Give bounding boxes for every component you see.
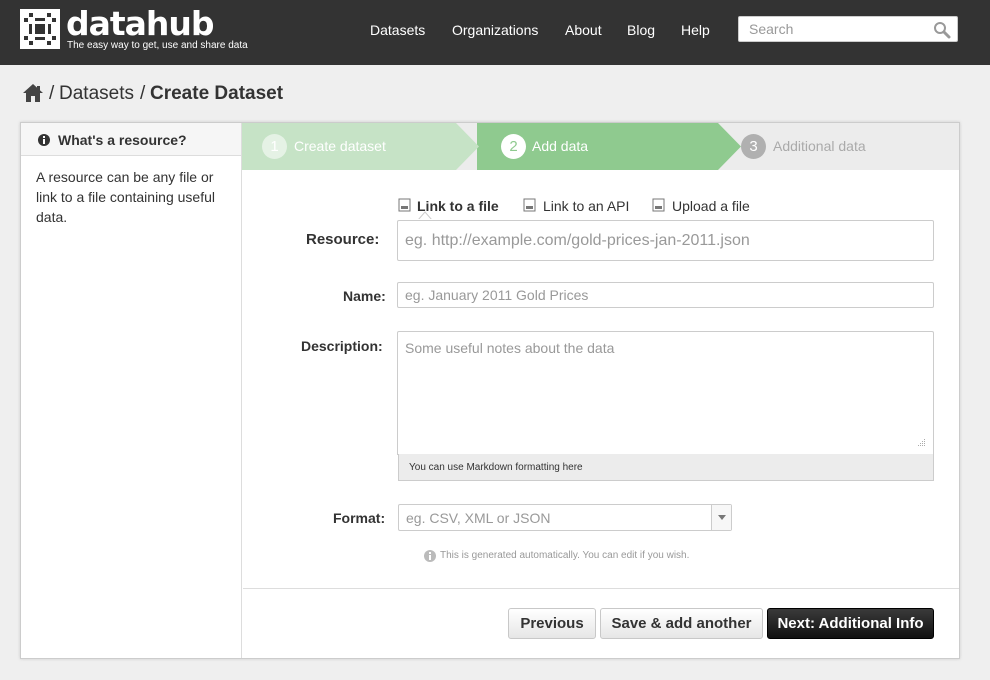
datahub-logo-icon[interactable] bbox=[20, 9, 60, 49]
resource-label: Resource: bbox=[306, 231, 380, 248]
info-icon bbox=[424, 550, 436, 562]
stage-3-number: 3 bbox=[741, 134, 766, 159]
upload-file-icon[interactable] bbox=[652, 198, 666, 212]
search-icon[interactable] bbox=[933, 21, 951, 39]
home-icon[interactable] bbox=[22, 83, 44, 103]
markdown-note: You can use Markdown formatting here bbox=[398, 454, 934, 481]
description-textarea[interactable] bbox=[397, 331, 934, 455]
upload-file-option[interactable]: Upload a file bbox=[672, 197, 750, 215]
search-box bbox=[738, 16, 958, 42]
stage-create-dataset: Create dataset bbox=[294, 138, 386, 154]
breadcrumb-separator: / bbox=[140, 83, 146, 104]
format-dropdown-toggle[interactable] bbox=[711, 505, 731, 530]
previous-button[interactable]: Previous bbox=[508, 608, 596, 639]
breadcrumb-current[interactable]: Create Dataset bbox=[150, 82, 283, 106]
link-api-icon[interactable] bbox=[523, 198, 537, 212]
nav-organizations[interactable]: Organizations bbox=[452, 21, 538, 39]
stage-2-number: 2 bbox=[501, 134, 526, 159]
stage-progress: 1 Create dataset 2 Add data 3 Additional… bbox=[242, 123, 959, 170]
info-icon bbox=[38, 134, 50, 146]
format-label: Format: bbox=[333, 510, 386, 526]
resize-grip-icon[interactable] bbox=[917, 438, 926, 447]
stage-additional-data: Additional data bbox=[773, 138, 866, 154]
stage-1-number: 1 bbox=[262, 134, 287, 159]
description-label: Description: bbox=[301, 338, 383, 354]
format-hint: This is generated automatically. You can… bbox=[440, 550, 690, 561]
search-input[interactable] bbox=[749, 20, 929, 38]
format-select[interactable]: eg. CSV, XML or JSON bbox=[398, 504, 732, 531]
stage-add-data: Add data bbox=[532, 138, 589, 154]
chevron-down-icon bbox=[718, 515, 726, 520]
breadcrumb-datasets[interactable]: Datasets bbox=[59, 82, 134, 106]
create-dataset-card: What's a resource? A resource can be any… bbox=[20, 122, 960, 659]
name-input[interactable] bbox=[397, 282, 934, 308]
link-file-icon[interactable] bbox=[398, 198, 412, 212]
format-select-value: eg. CSV, XML or JSON bbox=[406, 510, 551, 526]
active-option-pointer bbox=[418, 211, 432, 220]
brand-tagline: The easy way to get, use and share data bbox=[67, 40, 248, 51]
help-panel-text: A resource can be any file or link to a … bbox=[36, 169, 215, 225]
nav-about[interactable]: About bbox=[565, 21, 602, 39]
brand-name[interactable]: datahub bbox=[66, 4, 215, 44]
help-panel-title: What's a resource? bbox=[58, 132, 187, 148]
resource-url-input[interactable] bbox=[397, 220, 934, 261]
name-label: Name: bbox=[343, 288, 386, 304]
resource-help-panel: What's a resource? A resource can be any… bbox=[21, 123, 242, 658]
site-header: datahub The easy way to get, use and sha… bbox=[0, 0, 990, 65]
breadcrumb-separator: / bbox=[49, 83, 55, 104]
nav-datasets[interactable]: Datasets bbox=[370, 21, 425, 39]
help-panel-header: What's a resource? bbox=[21, 123, 241, 156]
save-add-another-button[interactable]: Save & add another bbox=[600, 608, 763, 639]
nav-blog[interactable]: Blog bbox=[627, 21, 655, 39]
link-to-api-option[interactable]: Link to an API bbox=[543, 197, 629, 215]
nav-help[interactable]: Help bbox=[681, 21, 710, 39]
next-additional-info-button[interactable]: Next: Additional Info bbox=[767, 608, 934, 639]
actions-divider bbox=[243, 588, 959, 589]
